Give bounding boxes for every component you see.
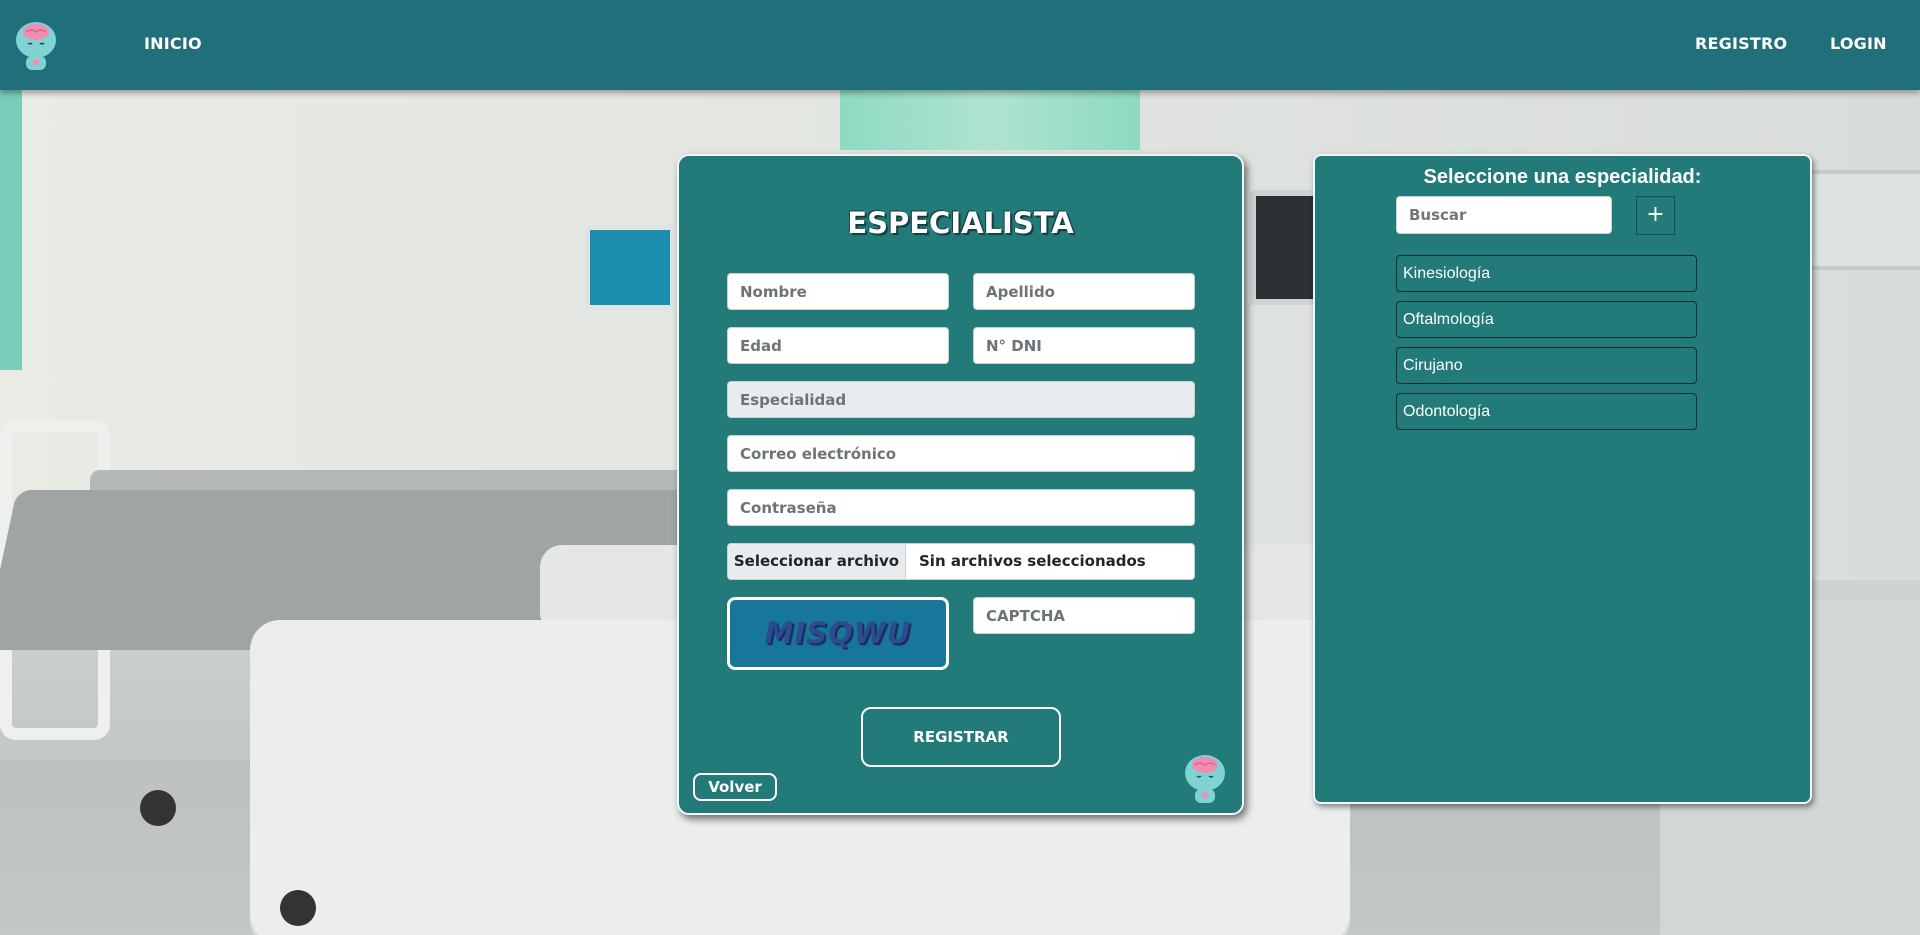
nav-login-link[interactable]: LOGIN xyxy=(1830,34,1887,53)
nav-inicio-link[interactable]: INICIO xyxy=(144,34,202,53)
specialty-item-cirujano[interactable]: Cirujano xyxy=(1396,347,1697,384)
add-specialty-button[interactable]: + xyxy=(1636,196,1675,235)
mascot-logo-icon[interactable] xyxy=(12,18,60,72)
mascot-icon xyxy=(1185,755,1225,803)
specialty-selector-panel: Seleccione una especialidad: + Kinesiolo… xyxy=(1313,154,1812,804)
specialty-item-kinesiologia[interactable]: Kinesiología xyxy=(1396,255,1697,292)
file-status-text: Sin archivos seleccionados xyxy=(919,552,1146,570)
especialidad-input xyxy=(727,381,1195,418)
select-file-button[interactable]: Seleccionar archivo xyxy=(728,544,906,579)
specialist-registration-card: ESPECIALISTA Seleccionar archivo Sin arc… xyxy=(677,154,1244,815)
captcha-input[interactable] xyxy=(973,597,1195,634)
specialty-list: Kinesiología Oftalmología Cirujano Odont… xyxy=(1396,255,1697,439)
form-title: ESPECIALISTA xyxy=(847,206,1074,240)
specialty-panel-title: Seleccione una especialidad: xyxy=(1423,166,1702,188)
specialty-item-oftalmologia[interactable]: Oftalmología xyxy=(1396,301,1697,338)
captcha-image: MISQWU xyxy=(727,597,949,670)
correo-input[interactable] xyxy=(727,435,1195,472)
dni-input[interactable] xyxy=(973,327,1195,364)
nav-registro-link[interactable]: REGISTRO xyxy=(1695,34,1787,53)
specialty-item-odontologia[interactable]: Odontología xyxy=(1396,393,1697,430)
file-upload-field[interactable]: Seleccionar archivo Sin archivos selecci… xyxy=(727,543,1195,580)
registrar-button[interactable]: REGISTRAR xyxy=(861,707,1061,767)
contrasena-input[interactable] xyxy=(727,489,1195,526)
top-navbar: INICIO REGISTRO LOGIN xyxy=(0,0,1920,90)
specialty-search-input[interactable] xyxy=(1396,196,1612,234)
apellido-input[interactable] xyxy=(973,273,1195,310)
edad-input[interactable] xyxy=(727,327,949,364)
volver-button[interactable]: Volver xyxy=(693,773,777,801)
nombre-input[interactable] xyxy=(727,273,949,310)
